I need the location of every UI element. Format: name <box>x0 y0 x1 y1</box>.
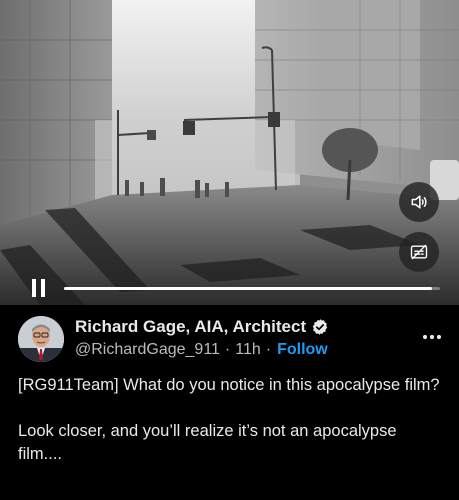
video-progress-fill <box>64 287 433 290</box>
follow-button[interactable]: Follow <box>277 341 328 359</box>
avatar[interactable] <box>18 316 64 362</box>
video-player[interactable] <box>0 0 459 305</box>
author-display-name[interactable]: Richard Gage, AIA, Architect <box>75 317 306 337</box>
pause-icon <box>32 279 45 297</box>
verified-badge-icon[interactable] <box>311 318 329 336</box>
pause-button[interactable] <box>27 276 51 300</box>
post-paragraph: Look closer, and you’ll realize it’s not… <box>18 422 397 463</box>
speaker-volume-icon <box>411 195 427 209</box>
post-text: [RG911Team] What do you notice in this a… <box>18 374 443 466</box>
post-screen: Richard Gage, AIA, Architect @RichardGag… <box>0 0 459 500</box>
video-progress-bar[interactable] <box>64 287 440 290</box>
post-paragraph: [RG911Team] What do you notice in this a… <box>18 376 440 394</box>
author-handle-line: @RichardGage_911 · 11h · Follow <box>75 341 328 359</box>
author-handle[interactable]: @RichardGage_911 <box>75 341 220 359</box>
volume-button[interactable] <box>399 182 439 222</box>
captions-off-icon <box>410 244 428 260</box>
captions-button[interactable] <box>399 232 439 272</box>
more-options-button[interactable] <box>421 328 443 346</box>
author-avatar-image <box>18 316 64 362</box>
more-options-icon <box>422 334 442 340</box>
post-author-row: Richard Gage, AIA, Architect @RichardGag… <box>18 314 443 366</box>
author-name-line: Richard Gage, AIA, Architect <box>75 317 329 337</box>
separator-dot: · <box>265 341 272 358</box>
video-frame <box>0 0 459 305</box>
separator-dot: · <box>224 341 231 358</box>
post-timestamp[interactable]: 11h <box>235 341 261 359</box>
